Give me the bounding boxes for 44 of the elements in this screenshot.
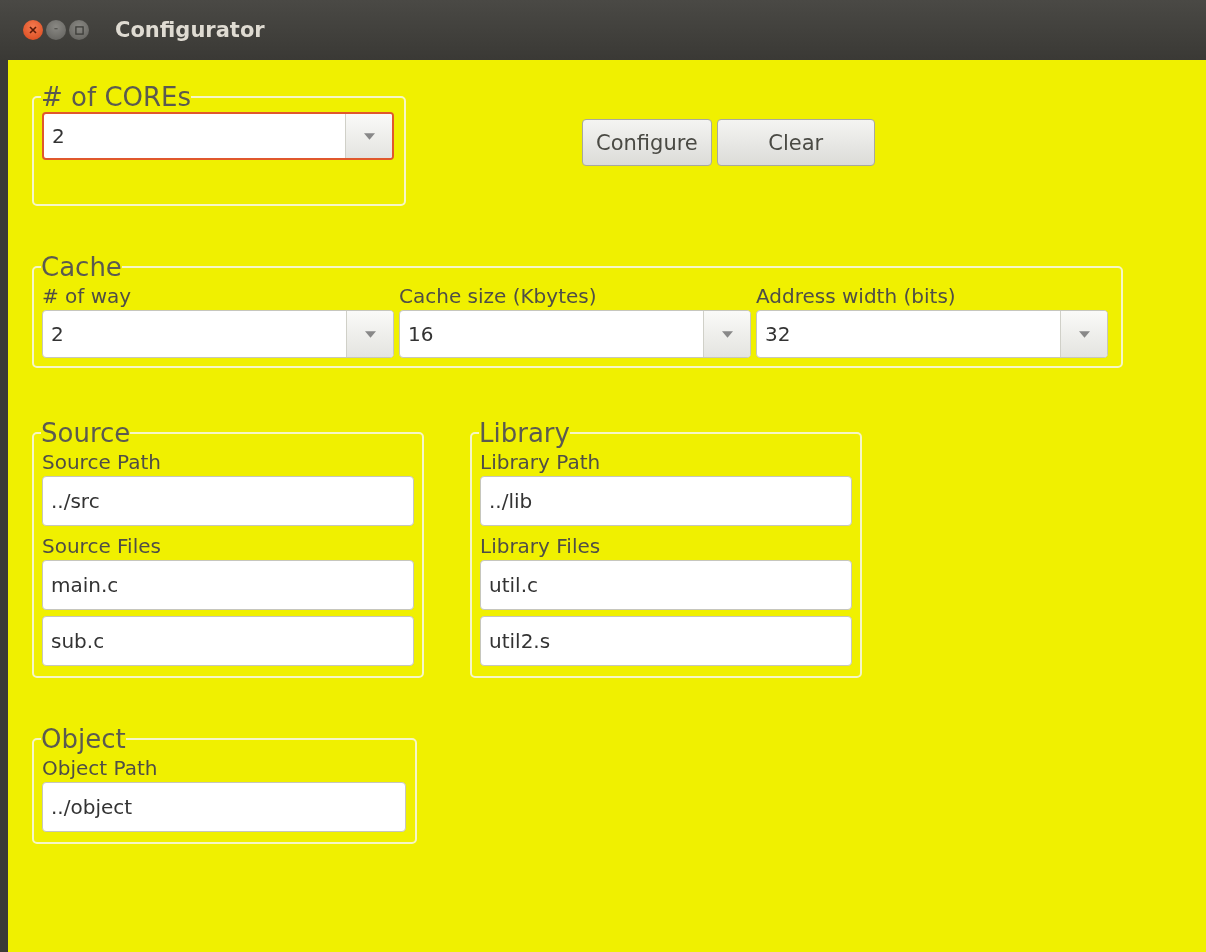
group-title: Library (479, 418, 570, 448)
window-title: Configurator (115, 18, 265, 42)
push-button[interactable]: Configure (582, 119, 712, 166)
caret-icon (363, 132, 375, 140)
group-title: Object (41, 724, 126, 754)
input-field[interactable]: main.c (42, 560, 414, 610)
combo-box[interactable]: 32 (756, 310, 1108, 358)
field-label: Object Path (42, 755, 159, 782)
input-field[interactable]: ../object (42, 782, 406, 832)
field-label: Source Files (42, 533, 162, 560)
input-field[interactable]: util2.s (480, 616, 852, 666)
combo-box[interactable]: 2 (42, 112, 394, 160)
caret-icon (364, 330, 376, 338)
combo-box[interactable]: 2 (42, 310, 394, 358)
field-label: Source Path (42, 449, 162, 476)
dropdown-button[interactable] (345, 114, 392, 158)
combo-text-field[interactable]: 2 (44, 114, 345, 158)
field-label: Address width (bits) (756, 283, 957, 310)
caret-icon (1078, 330, 1090, 338)
combo-text-field[interactable]: 16 (400, 311, 703, 357)
input-field[interactable]: util.c (480, 560, 852, 610)
dropdown-button[interactable] (703, 311, 750, 357)
field-label: Library Files (480, 533, 602, 560)
close-icon (28, 25, 38, 35)
dropdown-button[interactable] (1060, 311, 1107, 357)
combo-text-field[interactable]: 2 (43, 311, 346, 357)
maximize-icon (74, 25, 84, 35)
dropdown-button[interactable] (346, 311, 393, 357)
field-label: Library Path (480, 449, 602, 476)
group-title: # of COREs (41, 82, 192, 112)
close-button[interactable] (23, 20, 43, 40)
input-field[interactable]: ../lib (480, 476, 852, 526)
maximize-button[interactable] (69, 20, 89, 40)
combo-text-field[interactable]: 32 (757, 311, 1060, 357)
field-label: Cache size (Kbytes) (399, 283, 598, 310)
combo-box[interactable]: 16 (399, 310, 751, 358)
field-label: # of way (42, 283, 133, 310)
input-field[interactable]: ../src (42, 476, 414, 526)
push-button[interactable]: Clear (716, 119, 875, 166)
input-field[interactable]: sub.c (42, 616, 414, 666)
caret-icon (721, 330, 733, 338)
group-title: Source (41, 418, 131, 448)
group-title: Cache (41, 252, 122, 282)
minimize-button[interactable] (46, 20, 66, 40)
